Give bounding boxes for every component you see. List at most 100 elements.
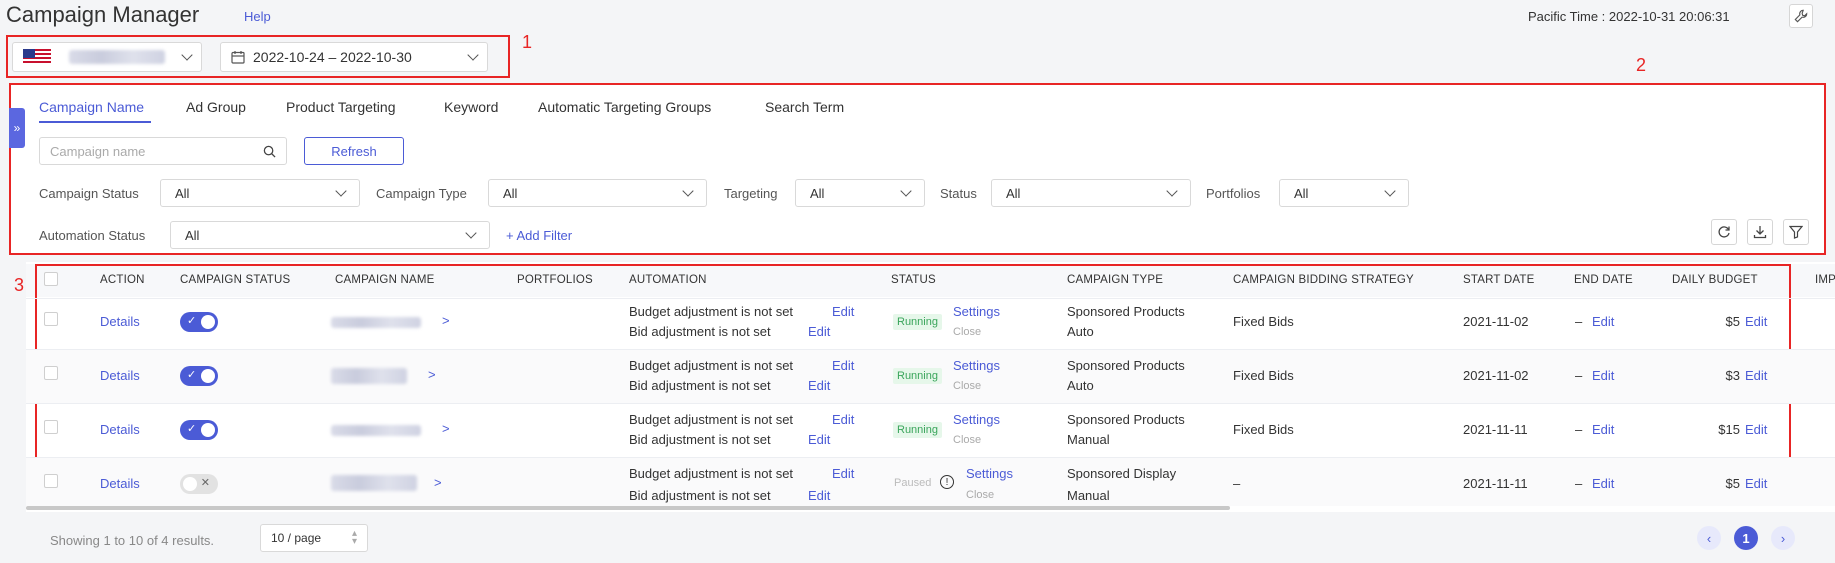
campaign-name-redacted[interactable] — [331, 368, 407, 384]
row-checkbox[interactable] — [44, 312, 58, 326]
targeting-select[interactable]: All — [795, 179, 925, 207]
tab-keyword[interactable]: Keyword — [444, 99, 498, 115]
chevron-right-icon[interactable]: > — [428, 367, 436, 382]
end-date-text: – — [1575, 476, 1583, 491]
download-button[interactable] — [1747, 219, 1773, 245]
end-date-edit-link[interactable]: Edit — [1592, 422, 1614, 437]
bidding-strategy-text: – — [1233, 476, 1241, 491]
status-settings-link[interactable]: Settings — [966, 466, 1013, 481]
details-link[interactable]: Details — [100, 422, 140, 437]
close-icon: ✕ — [200, 477, 210, 489]
chevron-down-icon — [467, 49, 479, 61]
previous-page-button[interactable]: ‹ — [1697, 526, 1721, 550]
bid-adjustment-edit-link[interactable]: Edit — [808, 324, 830, 339]
column-header-start-date[interactable]: START DATE — [1463, 274, 1534, 286]
bidding-strategy-text: Fixed Bids — [1233, 368, 1294, 383]
column-header-campaign-name[interactable]: CAMPAIGN NAME — [335, 274, 435, 286]
campaign-enable-toggle[interactable]: ✓ — [180, 420, 218, 440]
refresh-button[interactable]: Refresh — [304, 137, 404, 165]
status-select[interactable]: All — [991, 179, 1191, 207]
chevron-right-icon[interactable]: > — [442, 421, 450, 436]
column-header-campaign-status[interactable]: CAMPAIGN STATUS — [180, 274, 290, 286]
chevron-down-icon — [900, 185, 912, 197]
tab-automatic-targeting-groups[interactable]: Automatic Targeting Groups — [538, 99, 711, 115]
details-link[interactable]: Details — [100, 476, 140, 491]
row-checkbox[interactable] — [44, 420, 58, 434]
page-title: Campaign Manager — [6, 2, 200, 27]
campaign-name-redacted[interactable] — [331, 475, 417, 491]
budget-adjustment-edit-link[interactable]: Edit — [832, 412, 854, 427]
campaign-enable-toggle[interactable]: ✓ — [180, 312, 218, 332]
campaign-type-select[interactable]: All — [488, 179, 707, 207]
column-header-daily-budget[interactable]: DAILY BUDGET — [1672, 274, 1758, 286]
daily-budget-edit-link[interactable]: Edit — [1745, 476, 1767, 491]
bid-adjustment-edit-link[interactable]: Edit — [808, 432, 830, 447]
column-header-end-date[interactable]: END DATE — [1574, 274, 1633, 286]
campaign-name-redacted[interactable] — [331, 317, 421, 328]
portfolios-select[interactable]: All — [1279, 179, 1409, 207]
daily-budget-edit-link[interactable]: Edit — [1745, 368, 1767, 383]
automation-status-label: Automation Status — [39, 228, 146, 243]
bid-adjustment-edit-link[interactable]: Edit — [808, 488, 830, 503]
select-all-checkbox[interactable] — [44, 272, 58, 286]
campaign-search-input[interactable]: Campaign name — [39, 137, 287, 165]
start-date-text: 2021-11-02 — [1463, 368, 1529, 383]
next-page-button[interactable]: › — [1771, 526, 1795, 550]
date-range-picker[interactable]: 2022-10-24 – 2022-10-30 — [220, 42, 488, 72]
budget-adjustment-edit-link[interactable]: Edit — [832, 466, 854, 481]
bid-adjustment-edit-link[interactable]: Edit — [808, 378, 830, 393]
campaign-status-select[interactable]: All — [160, 179, 360, 207]
tab-ad-group[interactable]: Ad Group — [186, 99, 246, 115]
current-page-button[interactable]: 1 — [1734, 526, 1758, 550]
horizontal-scrollbar[interactable] — [26, 506, 1230, 510]
daily-budget-edit-link[interactable]: Edit — [1745, 314, 1767, 329]
automation-status-select[interactable]: All — [170, 221, 490, 249]
budget-adjustment-edit-link[interactable]: Edit — [832, 358, 854, 373]
campaign-type-text: Sponsored Display — [1067, 466, 1177, 481]
details-link[interactable]: Details — [100, 314, 140, 329]
info-icon[interactable]: ! — [940, 475, 954, 489]
status-badge-running: Running — [893, 422, 942, 438]
add-filter-button[interactable]: + Add Filter — [506, 228, 572, 243]
row-divider — [26, 403, 1835, 404]
status-settings-link[interactable]: Settings — [953, 412, 1000, 427]
status-close-text: Close — [953, 434, 982, 446]
budget-adjustment-edit-link[interactable]: Edit — [832, 304, 854, 319]
end-date-edit-link[interactable]: Edit — [1592, 476, 1614, 491]
reload-button[interactable] — [1711, 219, 1737, 245]
campaign-type-label: Campaign Type — [376, 186, 467, 201]
expand-sidebar-toggle[interactable]: » — [9, 108, 25, 148]
page-size-select[interactable]: 10 / page ▴ ▾ — [260, 524, 368, 552]
chevron-right-icon[interactable]: > — [434, 475, 442, 490]
page-size-value: 10 / page — [271, 531, 322, 545]
filter-funnel-button[interactable] — [1783, 219, 1809, 245]
row-checkbox[interactable] — [44, 366, 58, 380]
status-settings-link[interactable]: Settings — [953, 304, 1000, 319]
column-header-impressions[interactable]: IMPI — [1815, 274, 1835, 286]
marketplace-selector[interactable] — [12, 42, 202, 72]
help-link[interactable]: Help — [244, 9, 271, 24]
status-settings-link[interactable]: Settings — [953, 358, 1000, 373]
row-checkbox[interactable] — [44, 474, 58, 488]
chevron-down-icon — [682, 185, 694, 197]
campaign-enable-toggle[interactable]: ✕ — [180, 474, 218, 494]
tab-search-term[interactable]: Search Term — [765, 99, 844, 115]
column-header-portfolios[interactable]: PORTFOLIOS — [517, 274, 593, 286]
end-date-edit-link[interactable]: Edit — [1592, 314, 1614, 329]
daily-budget-text: $5 — [1725, 476, 1740, 491]
details-link[interactable]: Details — [100, 368, 140, 383]
column-header-campaign-type[interactable]: CAMPAIGN TYPE — [1067, 274, 1163, 286]
chevron-down-icon — [335, 185, 347, 197]
column-header-status[interactable]: STATUS — [891, 274, 936, 286]
tab-campaign-name[interactable]: Campaign Name — [39, 99, 144, 115]
double-chevron-right-icon: » — [13, 121, 21, 135]
tab-product-targeting[interactable]: Product Targeting — [286, 99, 395, 115]
daily-budget-edit-link[interactable]: Edit — [1745, 422, 1767, 437]
end-date-edit-link[interactable]: Edit — [1592, 368, 1614, 383]
settings-wrench-button[interactable] — [1789, 4, 1813, 28]
column-header-bidding-strategy[interactable]: CAMPAIGN BIDDING STRATEGY — [1233, 274, 1414, 286]
campaign-enable-toggle[interactable]: ✓ — [180, 366, 218, 386]
column-header-automation[interactable]: AUTOMATION — [629, 274, 707, 286]
campaign-name-redacted[interactable] — [331, 425, 421, 436]
chevron-right-icon[interactable]: > — [442, 313, 450, 328]
